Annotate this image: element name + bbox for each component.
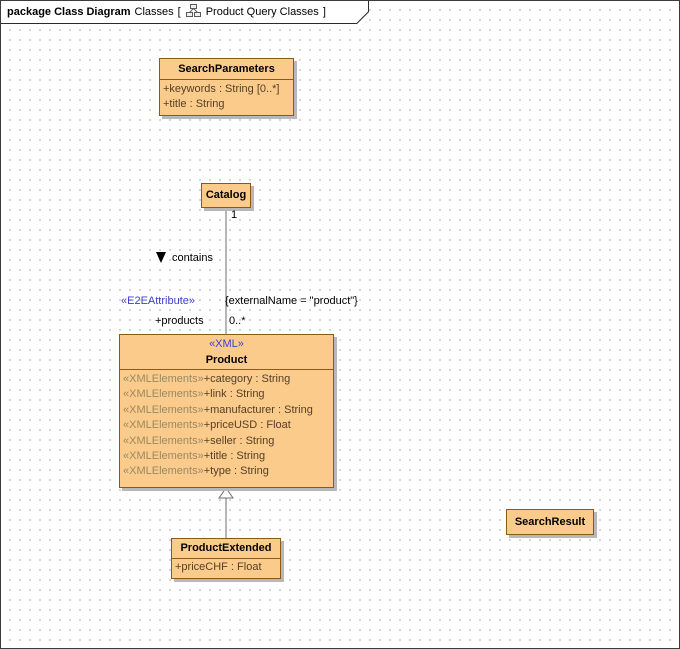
class-stereotype: «XML» xyxy=(120,335,333,351)
bracket-open: [ xyxy=(178,6,181,18)
class-name: Catalog xyxy=(202,184,250,207)
attribute: +title : String xyxy=(163,97,290,112)
class-name: SearchParameters xyxy=(160,59,293,79)
class-name: ProductExtended xyxy=(172,539,280,558)
attribute-text: +link : String xyxy=(204,388,265,400)
association-multiplicity-source[interactable]: 1 xyxy=(231,209,237,221)
attribute: «XMLElements»+type : String xyxy=(123,464,330,479)
attribute-stereotype: «XMLElements» xyxy=(123,373,204,385)
attribute: +keywords : String [0..*] xyxy=(163,82,290,97)
attribute: «XMLElements»+link : String xyxy=(123,387,330,402)
class-searchparameters[interactable]: SearchParameters +keywords : String [0..… xyxy=(159,58,294,116)
bracket-close: ] xyxy=(323,6,326,18)
attribute-stereotype: «XMLElements» xyxy=(123,435,204,447)
attribute: «XMLElements»+category : String xyxy=(123,372,330,387)
attribute: +priceCHF : Float xyxy=(175,560,277,575)
connectors-layer xyxy=(1,1,680,649)
class-productextended[interactable]: ProductExtended +priceCHF : Float xyxy=(171,538,281,579)
association-role-name[interactable]: +products xyxy=(155,315,204,327)
attribute-stereotype: «XMLElements» xyxy=(123,404,204,416)
class-name: SearchResult xyxy=(507,510,593,534)
attribute-text: +seller : String xyxy=(204,435,275,447)
class-name: Product xyxy=(120,351,333,369)
attribute-text: +priceUSD : Float xyxy=(204,419,291,431)
attribute-text: +title : String xyxy=(204,450,265,462)
attribute-stereotype: «XMLElements» xyxy=(123,419,204,431)
class-diagram-icon xyxy=(186,4,201,20)
class-product[interactable]: «XML» Product «XMLElements»+category : S… xyxy=(119,334,334,488)
attribute: «XMLElements»+seller : String xyxy=(123,434,330,449)
attribute-text: +category : String xyxy=(204,373,291,385)
attribute: «XMLElements»+priceUSD : Float xyxy=(123,418,330,433)
attribute-text: +type : String xyxy=(204,465,269,477)
diagram-kind-label: package Class Diagram xyxy=(7,6,131,18)
generalization-arrowhead-icon xyxy=(219,488,233,498)
attribute-text: +manufacturer : String xyxy=(204,404,313,416)
class-searchresult[interactable]: SearchResult xyxy=(506,509,594,535)
attribute-stereotype: «XMLElements» xyxy=(123,450,204,462)
diagram-frame-tab[interactable]: package Class Diagram Classes [ Product … xyxy=(1,1,369,24)
diagram-context-label: Classes xyxy=(135,6,174,18)
class-catalog[interactable]: Catalog xyxy=(201,183,251,208)
attribute-stereotype: «XMLElements» xyxy=(123,388,204,400)
association-multiplicity-target[interactable]: 0..* xyxy=(229,315,246,327)
attribute: «XMLElements»+title : String xyxy=(123,449,330,464)
diagram-canvas: package Class Diagram Classes [ Product … xyxy=(0,0,680,649)
association-stereotype[interactable]: «E2EAttribute» xyxy=(121,295,195,307)
association-tagged-value[interactable]: {externalName = "product"} xyxy=(225,295,358,307)
attribute: «XMLElements»+manufacturer : String xyxy=(123,403,330,418)
attribute-stereotype: «XMLElements» xyxy=(123,465,204,477)
association-direction-label[interactable]: contains xyxy=(172,252,213,264)
diagram-name: Product Query Classes xyxy=(206,6,319,18)
contains-direction-arrow-icon xyxy=(156,252,166,263)
